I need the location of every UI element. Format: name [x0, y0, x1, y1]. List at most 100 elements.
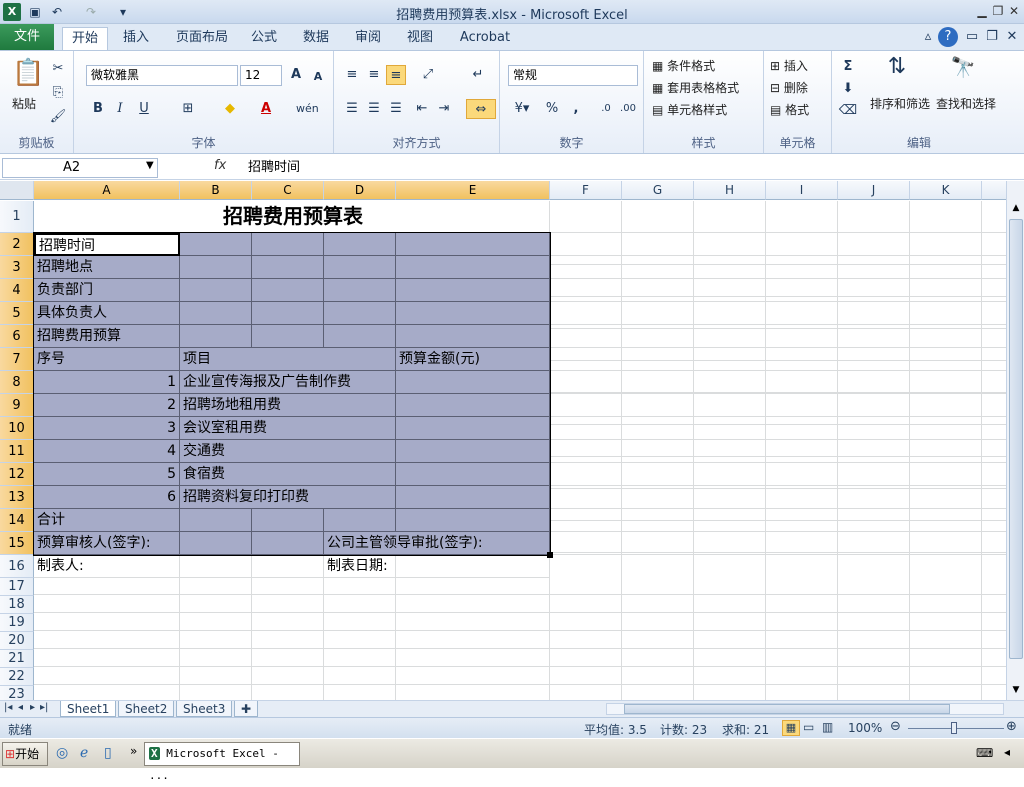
data-cell[interactable]	[252, 256, 324, 279]
data-cell[interactable]	[252, 302, 324, 325]
data-cell[interactable]	[396, 302, 550, 325]
row-header[interactable]: 22	[0, 668, 34, 686]
column-header-partial[interactable]	[982, 181, 1006, 200]
sheet-nav-first-icon[interactable]: |◂	[4, 702, 12, 713]
tray-arrow-icon[interactable]: ◂	[1004, 745, 1010, 759]
fill-handle[interactable]	[547, 552, 553, 558]
row-header[interactable]: 6	[0, 325, 34, 348]
align-left-icon[interactable]: ☰	[342, 99, 362, 119]
align-top-icon[interactable]: ≡	[342, 65, 362, 85]
sheet-tab-2[interactable]: Sheet2	[118, 701, 175, 717]
decrease-decimal-icon[interactable]: .00	[618, 99, 638, 119]
font-color-icon[interactable]: A	[256, 99, 276, 119]
data-cell[interactable]	[396, 509, 550, 532]
data-cell[interactable]	[252, 325, 324, 348]
data-cell[interactable]	[180, 302, 252, 325]
new-sheet-icon[interactable]: ✚	[234, 701, 259, 717]
tab-home[interactable]: 开始	[62, 27, 108, 50]
delete-cells-button[interactable]: ⊟ 删除	[770, 79, 808, 96]
paste-icon[interactable]: 📋	[12, 57, 44, 89]
page-break-view-icon[interactable]: ▥	[822, 720, 833, 734]
approver-label-cell[interactable]: 公司主管领导审批(签字):	[324, 532, 550, 555]
currency-icon[interactable]: ¥▾	[508, 99, 536, 119]
worksheet-grid[interactable]: A B C D E F G H I J K 1 2 3 4 5 6 7 8 9 …	[0, 181, 1006, 701]
item-name-cell[interactable]: 食宿费	[180, 463, 396, 486]
header-no-cell[interactable]: 序号	[34, 348, 180, 371]
data-cell[interactable]	[396, 325, 550, 348]
column-header[interactable]: I	[766, 181, 838, 200]
tab-view[interactable]: 视图	[400, 27, 440, 50]
item-no-cell[interactable]: 4	[34, 440, 180, 463]
row-header[interactable]: 3	[0, 256, 34, 279]
label-cell[interactable]: 负责部门	[34, 279, 180, 302]
zoom-level[interactable]: 100%	[848, 721, 882, 735]
header-amount-cell[interactable]: 预算金额(元)	[396, 348, 550, 371]
date-label-cell[interactable]: 制表日期:	[324, 555, 396, 578]
zoom-out-icon[interactable]: ⊖	[890, 719, 901, 734]
item-amount-cell[interactable]	[396, 486, 550, 509]
row-header[interactable]: 18	[0, 596, 34, 614]
reviewer-label-cell[interactable]: 预算审核人(签字):	[34, 532, 180, 555]
column-header[interactable]: A	[34, 181, 180, 200]
column-header[interactable]: C	[252, 181, 324, 200]
item-no-cell[interactable]: 6	[34, 486, 180, 509]
row-header[interactable]: 1	[0, 201, 34, 233]
column-header[interactable]: H	[694, 181, 766, 200]
desktop-icon[interactable]: ◎	[56, 745, 68, 761]
item-name-cell[interactable]: 会议室租用费	[180, 417, 396, 440]
h-scroll-thumb[interactable]	[624, 704, 950, 714]
sort-filter-icon[interactable]: ⇅	[882, 56, 912, 87]
item-name-cell[interactable]: 招聘场地租用费	[180, 394, 396, 417]
align-center-icon[interactable]: ☰	[364, 99, 384, 119]
ie-icon[interactable]: ℯ	[80, 745, 88, 761]
taskbar-excel-button[interactable]: X Microsoft Excel - ...	[144, 742, 300, 782]
sheet-title-cell[interactable]: 招聘费用预算表	[34, 201, 550, 233]
wb-restore-icon[interactable]: ❐	[982, 27, 1002, 47]
column-header[interactable]: D	[324, 181, 396, 200]
align-right-icon[interactable]: ☰	[386, 99, 406, 119]
help-icon[interactable]: ?	[938, 27, 958, 47]
page-layout-view-icon[interactable]: ▭	[803, 720, 814, 734]
column-header[interactable]: J	[838, 181, 910, 200]
select-all-corner[interactable]	[0, 181, 34, 200]
media-icon[interactable]: ▯	[104, 745, 112, 761]
tab-insert[interactable]: 插入	[116, 27, 156, 50]
quicklaunch-more-icon[interactable]: »	[130, 744, 137, 758]
decrease-indent-icon[interactable]: ⇤	[412, 99, 432, 119]
collapse-ribbon-icon[interactable]: ▵	[918, 27, 938, 47]
item-name-cell[interactable]: 企业宣传海报及广告制作费	[180, 371, 396, 394]
data-cell[interactable]	[180, 233, 252, 256]
row-header[interactable]: 8	[0, 371, 34, 394]
data-cell[interactable]	[180, 256, 252, 279]
data-cell[interactable]	[324, 325, 396, 348]
sheet-nav-last-icon[interactable]: ▸|	[40, 702, 48, 713]
data-cell[interactable]	[396, 233, 550, 256]
item-no-cell[interactable]: 2	[34, 394, 180, 417]
sheet-tab-3[interactable]: Sheet3	[176, 701, 233, 717]
data-cell[interactable]	[396, 279, 550, 302]
clear-icon[interactable]: ⌫	[838, 101, 858, 121]
scroll-thumb[interactable]	[1009, 219, 1023, 659]
data-cell[interactable]	[324, 233, 396, 256]
font-size-select[interactable]: 12	[240, 65, 282, 86]
data-cell[interactable]	[180, 532, 252, 555]
item-name-cell[interactable]: 交通费	[180, 440, 396, 463]
data-cell[interactable]	[252, 279, 324, 302]
header-item-cell[interactable]: 项目	[180, 348, 396, 371]
column-header[interactable]: G	[622, 181, 694, 200]
data-cell[interactable]	[324, 279, 396, 302]
conditional-format-button[interactable]: ▦ 条件格式	[652, 57, 715, 74]
row-header[interactable]: 21	[0, 650, 34, 668]
item-amount-cell[interactable]	[396, 417, 550, 440]
find-select-icon[interactable]: 🔭	[948, 57, 978, 87]
data-cell[interactable]	[252, 532, 324, 555]
row-header[interactable]: 19	[0, 614, 34, 632]
row-header[interactable]: 2	[0, 233, 34, 256]
row-header[interactable]: 14	[0, 509, 34, 532]
sort-filter-button[interactable]: 排序和筛选	[870, 95, 930, 112]
row-header[interactable]: 16	[0, 555, 34, 578]
autosum-button[interactable]: Σ	[838, 57, 858, 77]
row-header[interactable]: 12	[0, 463, 34, 486]
start-button[interactable]: ⊞开始	[2, 742, 48, 766]
merge-center-icon[interactable]: ⇔	[466, 99, 496, 119]
